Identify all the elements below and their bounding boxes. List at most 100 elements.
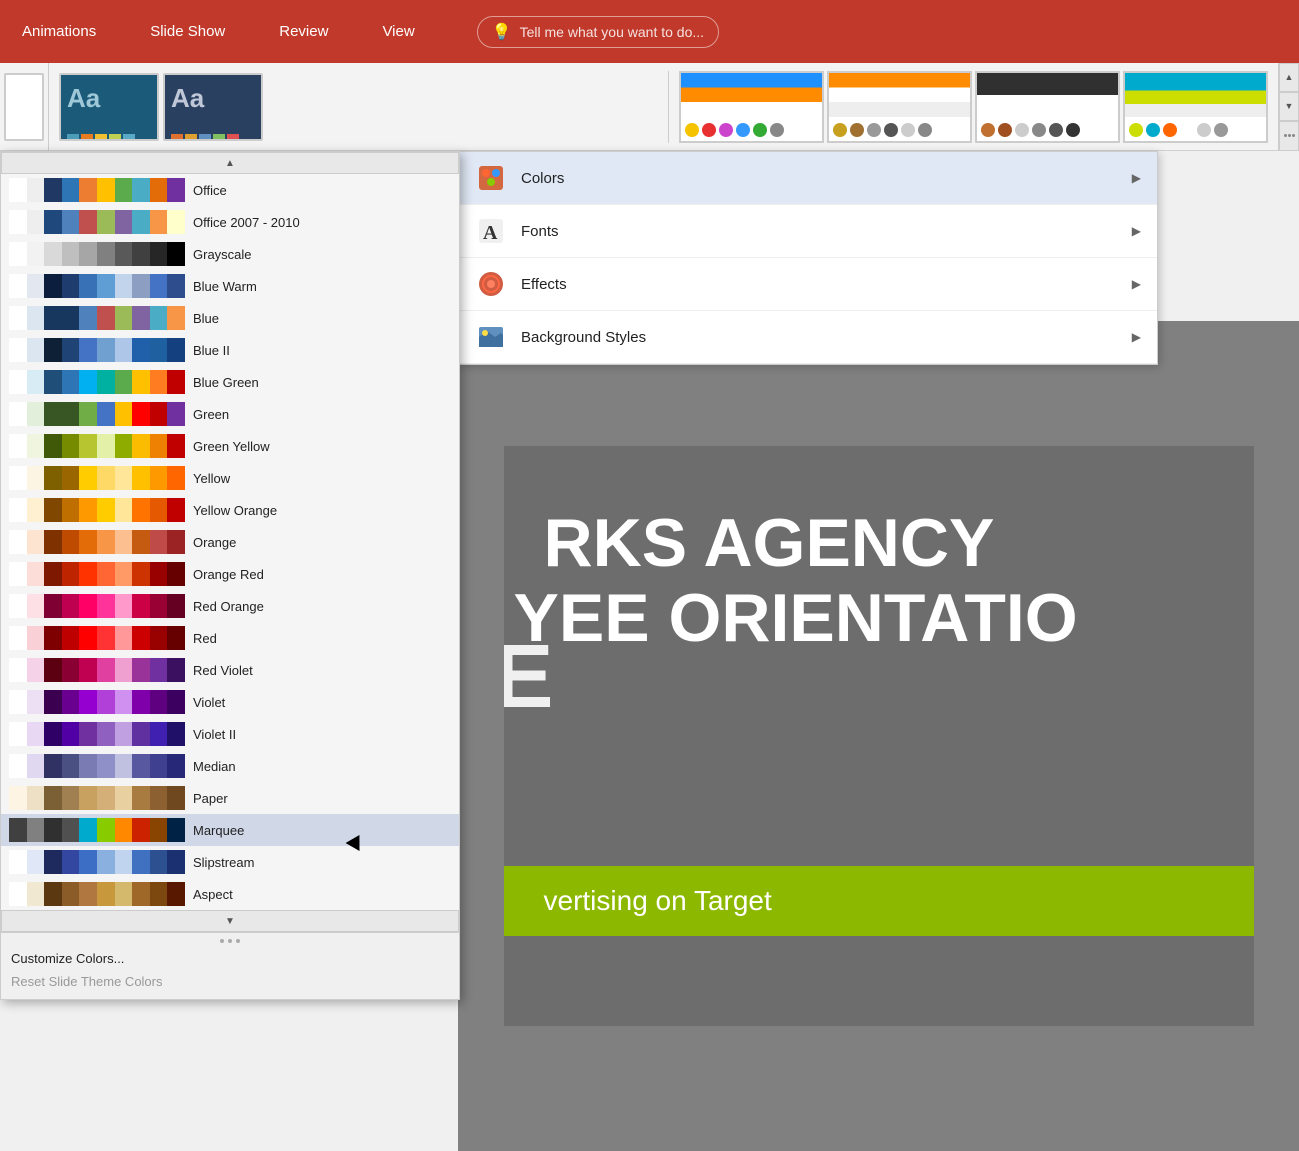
gallery-scroll-down[interactable]: ▼ bbox=[1279, 92, 1299, 121]
swatch bbox=[79, 370, 97, 394]
scheme-swatches bbox=[9, 850, 185, 874]
swatch bbox=[150, 402, 168, 426]
swatch bbox=[27, 530, 45, 554]
swatch bbox=[167, 242, 185, 266]
lightbulb-icon: 💡 bbox=[492, 22, 512, 42]
scheme-item-orange-red[interactable]: Orange Red bbox=[1, 558, 459, 590]
swatch bbox=[9, 274, 27, 298]
scheme-item-blue-ii[interactable]: Blue II bbox=[1, 334, 459, 366]
scheme-label: Marquee bbox=[193, 823, 244, 838]
swatch bbox=[62, 722, 80, 746]
tab-review[interactable]: Review bbox=[267, 15, 340, 48]
scheme-item-median[interactable]: Median bbox=[1, 750, 459, 782]
swatch bbox=[79, 402, 97, 426]
menu-item-fonts[interactable]: A Fonts ▶ bbox=[459, 205, 1157, 258]
background-label: Background Styles bbox=[521, 329, 1118, 346]
tab-animations[interactable]: Animations bbox=[10, 15, 108, 48]
scheme-item-office[interactable]: Office bbox=[1, 174, 459, 206]
scheme-item-green-yellow[interactable]: Green Yellow bbox=[1, 430, 459, 462]
scheme-item-red[interactable]: Red bbox=[1, 622, 459, 654]
swatch bbox=[62, 818, 80, 842]
tab-view[interactable]: View bbox=[370, 15, 426, 48]
swatch bbox=[97, 594, 115, 618]
scheme-scroll-down[interactable]: ▼ bbox=[1, 910, 459, 932]
swatch bbox=[27, 338, 45, 362]
swatch bbox=[97, 498, 115, 522]
scheme-item-blue-green[interactable]: Blue Green bbox=[1, 366, 459, 398]
theme-thumb-blank[interactable] bbox=[4, 73, 44, 141]
swatch bbox=[115, 402, 133, 426]
swatch bbox=[27, 658, 45, 682]
theme-thumb-1[interactable]: Aa bbox=[59, 73, 159, 141]
swatch bbox=[27, 306, 45, 330]
scheme-swatches bbox=[9, 882, 185, 906]
swatch bbox=[9, 370, 27, 394]
colors-icon bbox=[475, 162, 507, 194]
gallery-thumbs: Aa Aa bbox=[49, 65, 668, 149]
swatch bbox=[27, 402, 45, 426]
tab-slideshow[interactable]: Slide Show bbox=[138, 15, 237, 48]
fonts-label: Fonts bbox=[521, 223, 1118, 240]
ribbon-search-box[interactable]: 💡 Tell me what you want to do... bbox=[477, 16, 719, 48]
theme-thumb-2[interactable]: Aa bbox=[163, 73, 263, 141]
swatch bbox=[97, 658, 115, 682]
scheme-item-aspect[interactable]: Aspect bbox=[1, 878, 459, 910]
scheme-item-red-violet[interactable]: Red Violet bbox=[1, 654, 459, 686]
swatch bbox=[9, 210, 27, 234]
swatch bbox=[167, 274, 185, 298]
gallery-scroll-more[interactable] bbox=[1279, 121, 1299, 151]
swatch bbox=[27, 466, 45, 490]
menu-item-colors[interactable]: Colors ▶ bbox=[459, 152, 1157, 205]
swatch bbox=[79, 594, 97, 618]
swatch bbox=[167, 594, 185, 618]
swatch bbox=[150, 722, 168, 746]
swatch bbox=[79, 210, 97, 234]
scheme-item-paper[interactable]: Paper bbox=[1, 782, 459, 814]
scheme-item-red-orange[interactable]: Red Orange bbox=[1, 590, 459, 622]
scheme-item-yellow-orange[interactable]: Yellow Orange bbox=[1, 494, 459, 526]
swatch bbox=[132, 754, 150, 778]
swatch bbox=[167, 690, 185, 714]
scheme-scroll-up[interactable]: ▲ bbox=[1, 152, 459, 174]
theme-swatch-3[interactable] bbox=[975, 71, 1120, 143]
swatch bbox=[167, 658, 185, 682]
swatch bbox=[97, 754, 115, 778]
gallery-scroll-up[interactable]: ▲ bbox=[1279, 63, 1299, 92]
swatch bbox=[97, 722, 115, 746]
swatch bbox=[44, 466, 62, 490]
scheme-item-green[interactable]: Green bbox=[1, 398, 459, 430]
theme-swatch-1[interactable] bbox=[679, 71, 824, 143]
swatch bbox=[150, 754, 168, 778]
menu-item-background[interactable]: Background Styles ▶ bbox=[459, 311, 1157, 364]
swatch bbox=[150, 370, 168, 394]
scheme-label: Yellow Orange bbox=[193, 503, 277, 518]
swatch bbox=[44, 210, 62, 234]
scheme-item-yellow[interactable]: Yellow bbox=[1, 462, 459, 494]
swatch bbox=[115, 434, 133, 458]
swatch bbox=[44, 722, 62, 746]
scheme-label: Blue Warm bbox=[193, 279, 257, 294]
scheme-item-blue[interactable]: Blue bbox=[1, 302, 459, 334]
swatch bbox=[44, 338, 62, 362]
theme-swatch-4[interactable] bbox=[1123, 71, 1268, 143]
scheme-item-slipstream[interactable]: Slipstream bbox=[1, 846, 459, 878]
swatch bbox=[132, 434, 150, 458]
scheme-item-office-2007---2010[interactable]: Office 2007 - 2010 bbox=[1, 206, 459, 238]
main-area: ▲ OfficeOffice 2007 - 2010Grayscale Blue … bbox=[0, 151, 1299, 1151]
swatch bbox=[167, 498, 185, 522]
scheme-item-violet[interactable]: Violet bbox=[1, 686, 459, 718]
customize-colors-link[interactable]: Customize Colors... bbox=[11, 947, 449, 970]
swatch bbox=[132, 178, 150, 202]
menu-item-effects[interactable]: Effects ▶ bbox=[459, 258, 1157, 311]
theme-swatch-2[interactable] bbox=[827, 71, 972, 143]
swatch bbox=[132, 594, 150, 618]
swatch bbox=[132, 498, 150, 522]
scheme-item-violet-ii[interactable]: Violet II bbox=[1, 718, 459, 750]
swatch bbox=[79, 306, 97, 330]
scheme-item-marquee[interactable]: Marquee bbox=[1, 814, 459, 846]
swatch bbox=[132, 530, 150, 554]
scheme-item-grayscale[interactable]: Grayscale bbox=[1, 238, 459, 270]
scheme-item-blue-warm[interactable]: Blue Warm bbox=[1, 270, 459, 302]
scheme-item-orange[interactable]: Orange bbox=[1, 526, 459, 558]
scheme-label: Green bbox=[193, 407, 229, 422]
